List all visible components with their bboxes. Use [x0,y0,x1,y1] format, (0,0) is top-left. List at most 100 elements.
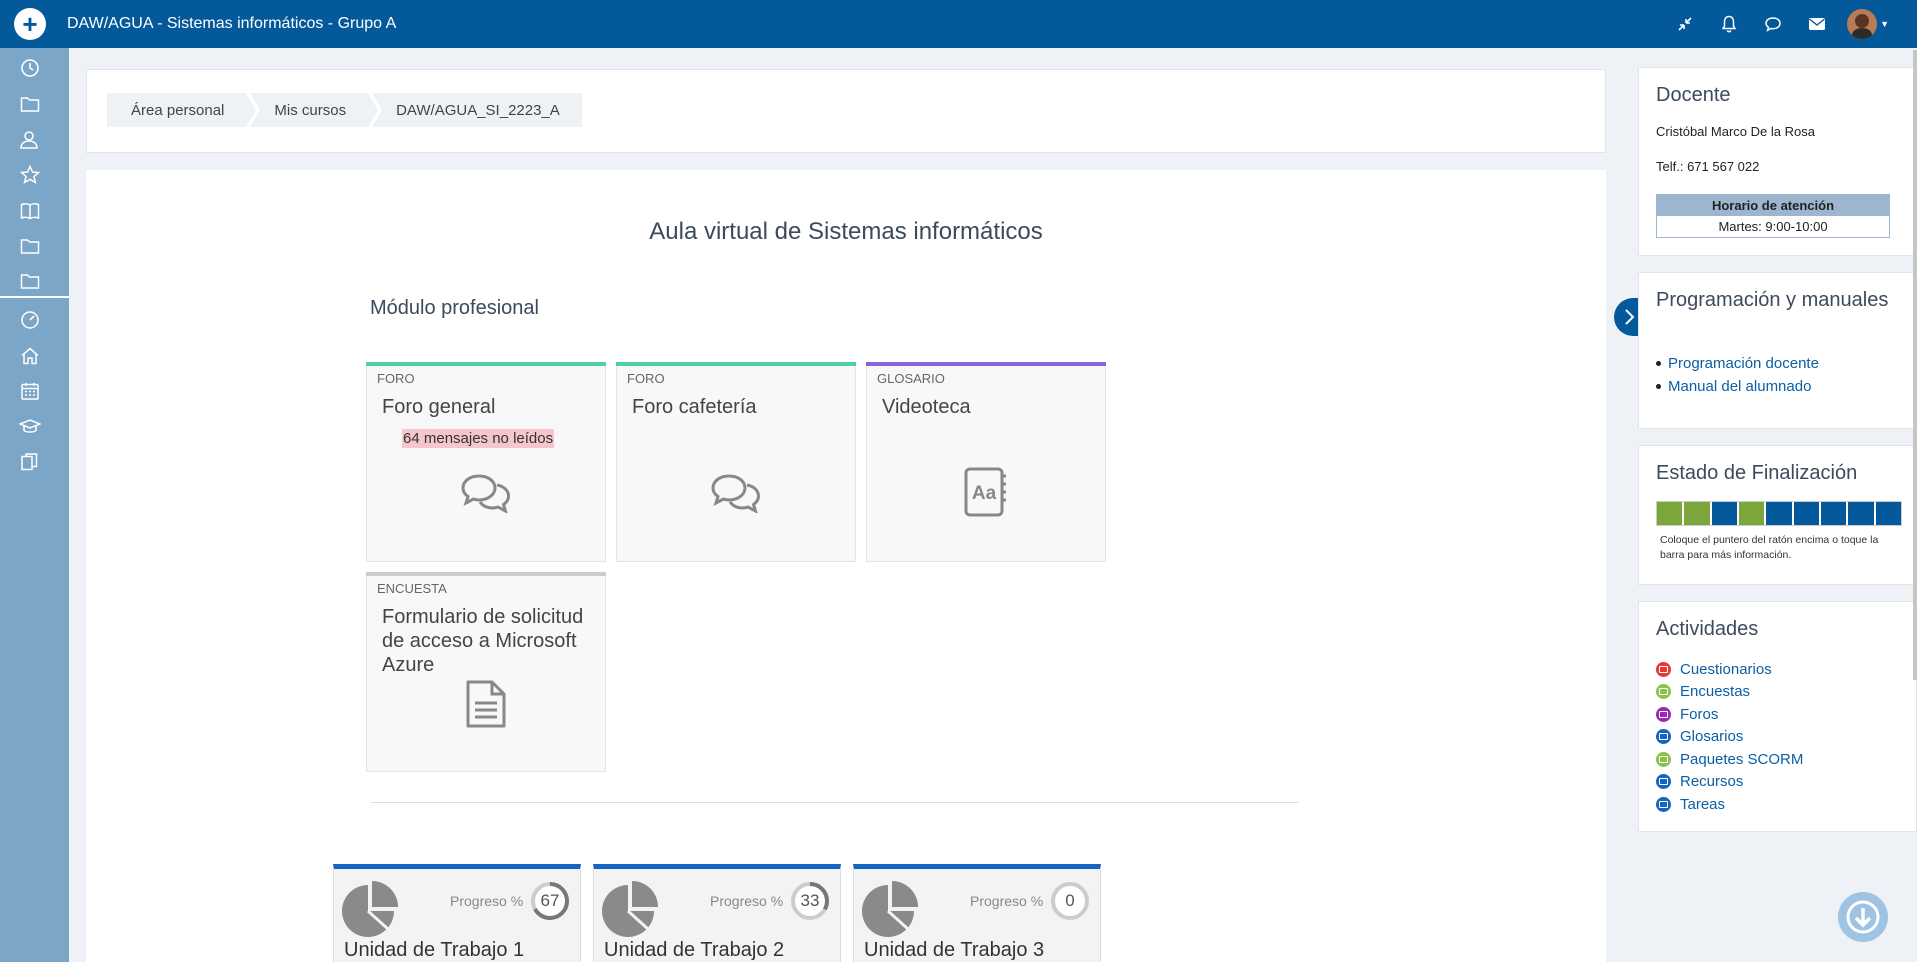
activity-type-icon [1656,661,1671,677]
envelope-icon[interactable] [1795,0,1839,48]
activity-label[interactable]: Tareas [1680,796,1725,813]
top-icons: ▼ [1663,0,1889,48]
activity-type-icon [1656,796,1671,812]
activity-label[interactable]: Cuestionarios [1680,661,1772,678]
link-manual-alumnado[interactable]: Manual del alumnado [1656,375,1819,398]
comments-icon [617,473,855,513]
completion-segment[interactable] [1657,502,1685,525]
link-programacion-docente[interactable]: Programación docente [1656,352,1819,375]
breadcrumb: Área personal Mis cursos DAW/AGUA_SI_222… [107,93,586,127]
tile-color-bar [616,362,856,366]
unit-card-1[interactable]: Progreso % 67 Unidad de Trabajo 1 [333,864,581,962]
programacion-links: Programación docente Manual del alumnado [1656,352,1819,398]
activity-label[interactable]: Recursos [1680,773,1743,790]
document-icon [367,680,605,728]
plus-icon[interactable]: + [14,8,46,40]
progress-label: Progreso % [450,893,524,909]
activity-tile-encuesta-azure[interactable]: ENCUESTA Formulario de solicitud de acce… [366,572,606,772]
calendar-icon[interactable] [19,380,41,402]
folder-icon[interactable] [19,270,41,292]
office-hours-header: Horario de atención [1657,195,1889,216]
progress-label: Progreso % [710,893,784,909]
tile-name[interactable]: Foro general [382,395,595,419]
tile-name[interactable]: Videoteca [882,395,1095,419]
completion-segment[interactable] [1738,502,1767,525]
clock-icon[interactable] [19,57,41,79]
completion-status-title: Estado de Finalización [1656,462,1858,484]
breadcrumb-item-mis-cursos[interactable]: Mis cursos [250,93,378,127]
programacion-block: Programación y manuales Programación doc… [1638,272,1917,429]
tile-name[interactable]: Formulario de solicitud de acceso a Micr… [382,605,595,677]
completion-segment[interactable] [1766,502,1794,525]
office-hours-value: Martes: 9:00-10:00 [1657,216,1889,237]
scroll-down-button[interactable] [1838,892,1888,942]
compress-icon[interactable] [1663,0,1707,48]
link-label[interactable]: Manual del alumnado [1668,378,1811,395]
avatar[interactable] [1847,9,1878,39]
breadcrumb-item-area-personal[interactable]: Área personal [107,93,257,127]
link-label[interactable]: Programación docente [1668,355,1819,372]
activity-link[interactable]: Tareas [1656,793,1803,816]
completion-segment[interactable] [1711,502,1739,525]
activity-tile-videoteca[interactable]: GLOSARIO Videoteca Aa [866,362,1106,562]
unread-messages-badge[interactable]: 64 mensajes no leídos [402,429,555,448]
activity-link[interactable]: Recursos [1656,771,1803,794]
tile-type: FORO [627,371,665,386]
activity-type-icon [1656,684,1671,700]
users-icon[interactable] [19,129,41,151]
sidebar-divider [0,296,69,298]
folder-icon[interactable] [19,93,41,115]
arrow-down-circle-icon [1846,900,1880,934]
progress-value: 33 [800,891,820,910]
activity-link[interactable]: Paquetes SCORM [1656,748,1803,771]
dashboard-icon[interactable] [19,309,41,331]
tile-color-bar [366,572,606,576]
chevron-down-icon[interactable]: ▼ [1880,19,1889,29]
docente-phone: Telf.: 671 567 022 [1656,159,1760,174]
activity-type-icon [1656,706,1671,722]
book-icon[interactable] [19,200,41,222]
section-divider [371,802,1299,803]
activity-link[interactable]: Foros [1656,703,1803,726]
activity-link[interactable]: Glosarios [1656,726,1803,749]
bullet [1656,384,1661,389]
top-navbar: + DAW/AGUA - Sistemas informáticos - Gru… [0,0,1917,48]
chat-icon[interactable] [1751,0,1795,48]
docente-block: Docente Cristóbal Marco De la Rosa Telf.… [1638,67,1917,256]
activity-label[interactable]: Paquetes SCORM [1680,751,1803,768]
course-header-title: DAW/AGUA - Sistemas informáticos - Grupo… [67,15,397,32]
unit-name[interactable]: Unidad de Trabajo 3 [864,939,1044,962]
unit-card-3[interactable]: Progreso % 0 Unidad de Trabajo 3 [853,864,1101,962]
copy-icon[interactable] [19,451,41,473]
activities-title: Actividades [1656,618,1759,640]
page-scrollbar[interactable] [1913,50,1917,680]
activity-link[interactable]: Encuestas [1656,681,1803,704]
bell-icon[interactable] [1707,0,1751,48]
tile-type: FORO [377,371,415,386]
completion-segment[interactable] [1793,502,1821,525]
completion-segment[interactable] [1684,502,1712,525]
unit-name[interactable]: Unidad de Trabajo 1 [344,939,524,962]
tile-type: ENCUESTA [377,581,447,596]
activity-label[interactable]: Foros [1680,706,1718,723]
activity-tile-foro-cafeteria[interactable]: FORO Foro cafetería [616,362,856,562]
graduation-cap-icon[interactable] [19,416,41,438]
completion-segment[interactable] [1875,502,1901,525]
completion-segment[interactable] [1848,502,1876,525]
tile-name[interactable]: Foro cafetería [632,395,845,419]
home-icon[interactable] [19,345,41,367]
activity-tile-foro-general[interactable]: FORO Foro general 64 mensajes no leídos [366,362,606,562]
star-icon[interactable] [19,164,41,186]
completion-segment[interactable] [1820,502,1849,525]
activity-link[interactable]: Cuestionarios [1656,658,1803,681]
unit-name[interactable]: Unidad de Trabajo 2 [604,939,784,962]
activity-label[interactable]: Glosarios [1680,728,1743,745]
unit-card-2[interactable]: Progreso % 33 Unidad de Trabajo 2 [593,864,841,962]
completion-progress-bar[interactable] [1656,501,1902,526]
pie-chart-icon [862,881,918,937]
folder-icon[interactable] [19,235,41,257]
breadcrumb-item-course[interactable]: DAW/AGUA_SI_2223_A [372,93,582,127]
course-title: Aula virtual de Sistemas informáticos [649,218,1043,245]
activity-label[interactable]: Encuestas [1680,683,1750,700]
chevron-right-icon [1625,309,1635,325]
